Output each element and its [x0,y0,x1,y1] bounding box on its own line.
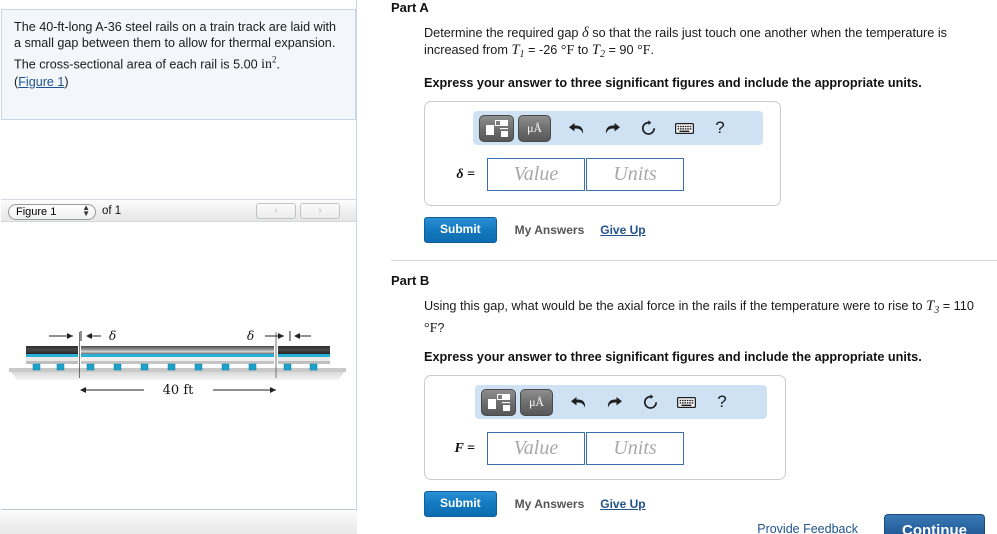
undo-icon[interactable] [561,114,591,142]
reset-glyph [643,394,657,409]
pa-delta-symbol: δ [581,25,589,41]
figure-select[interactable]: Figure 1 [8,203,96,220]
part-b-title: Part B [391,273,430,289]
gap-label-right: δ [247,329,254,343]
part-b-answer-card: μÅ ? F = Value Units [424,375,786,481]
provide-feedback-link[interactable]: Provide Feedback [757,522,858,534]
left-panel-footer [0,511,357,534]
figure-canvas: δ δ 40 ft [1,222,356,510]
continue-button[interactable]: Continue [884,514,985,534]
help-icon[interactable]: ? [705,114,735,142]
template-glyph [485,119,508,137]
problem-statement-part1: The 40-ft-long A-36 steel rails on a tra… [14,20,336,72]
part-b-value-input[interactable]: Value [487,432,585,466]
figure-blank-area [1,120,356,199]
pa-q-pre: Determine the required gap [424,26,582,40]
template-glyph [487,393,510,411]
paren-close: ) [64,74,69,89]
figure-count-label: of 1 [102,204,122,217]
units-label: μÅ [527,120,542,135]
part-a-submit-button[interactable]: Submit [424,217,497,244]
reset-icon[interactable] [635,388,665,416]
part-a-block: Determine the required gap δ so that the… [391,25,997,262]
pb-q-end: ? [437,320,445,335]
rail-diagram: δ δ 40 ft [9,329,346,398]
pb-t3-symbol: T [926,298,935,315]
part-a-units-input[interactable]: Units [586,158,684,192]
gap-label-left: δ [109,329,116,343]
problem-statement-end: . [276,57,281,72]
pb-q-pre: Using this gap, what would be the axial … [424,299,927,314]
figure-prev-button[interactable]: ‹ [256,202,296,219]
problem-statement-box: The 40-ft-long A-36 steel rails on a tra… [1,9,356,120]
undo-glyph [570,396,585,408]
keyboard-glyph [674,122,694,134]
part-a-give-up-link[interactable]: Give Up [600,223,645,237]
problem-page: The 40-ft-long A-36 steel rails on a tra… [0,0,997,534]
part-b-value-placeholder: Value [513,437,559,460]
part-a-value-input[interactable]: Value [487,158,585,192]
part-a-submit-row: Submit My Answers Give Up [424,217,997,244]
template-icon[interactable] [481,388,516,416]
units-label: μÅ [529,394,544,409]
length-label: 40 ft [163,383,194,398]
units-icon[interactable]: μÅ [520,388,553,416]
pb-degf-3: °F [424,320,438,336]
problem-statement-text: The 40-ft-long A-36 steel rails on a tra… [14,19,343,74]
pa-t2-value: = 90 [604,42,638,57]
part-a-my-answers-link[interactable]: My Answers [515,223,585,237]
figure-nav-group: ‹ › [256,202,349,219]
problem-unit: in2 [261,54,277,73]
redo-glyph [605,122,620,134]
part-a-instruction: Express your answer to three significant… [424,76,922,91]
part-a-answer-card: μÅ ? δ = Value Units [424,101,781,207]
pb-t3-value: = 110 [939,299,974,314]
right-panel: Part A Determine the required gap δ so t… [358,0,997,534]
part-a-entry-row: δ = Value Units [439,158,684,192]
keyboard-glyph [676,396,696,408]
pa-t1-value: = -26 [524,42,561,57]
part-b-answer-label: F = [454,440,475,456]
left-panel: The 40-ft-long A-36 steel rails on a tra… [0,0,357,534]
undo-glyph [568,122,583,134]
help-icon[interactable]: ? [707,388,737,416]
part-a-value-placeholder: Value [513,163,559,186]
pa-t2-symbol: T [591,41,600,58]
part-a-math-toolbar: μÅ ? [473,111,763,146]
part-a-answer-label: δ = [456,166,475,182]
part-b-math-toolbar: μÅ ? [475,385,767,420]
redo-icon[interactable] [597,114,627,142]
part-b-block: Using this gap, what would be the axial … [391,298,997,518]
pa-degf-1: °F [560,42,575,58]
bottom-action-bar: Provide Feedback Continue [358,508,997,534]
part-a-question: Determine the required gap δ so that the… [424,25,997,63]
keyboard-icon[interactable] [669,114,699,142]
pa-t1-symbol: T [511,41,520,58]
figure-toolbar: Figure 1 ▲ ▼ of 1 ‹ › [1,199,356,222]
part-divider [391,260,997,262]
part-b-units-input[interactable]: Units [586,432,684,466]
part-b-units-placeholder: Units [613,437,657,460]
figure-1-link[interactable]: Figure 1 [18,75,64,89]
redo-glyph [607,396,622,408]
keyboard-icon[interactable] [671,388,701,416]
part-b-entry-row: F = Value Units [439,432,684,466]
redo-icon[interactable] [599,388,629,416]
reset-glyph [641,119,655,135]
part-b-question: Using this gap, what would be the axial … [424,298,997,337]
pa-to-word: to [574,42,592,57]
part-a-title: Part A [391,0,429,15]
reset-icon[interactable] [633,114,663,142]
undo-icon[interactable] [563,388,593,416]
figure-link-row: (Figure 1) [14,75,343,89]
pa-degf-2: °F [637,42,651,58]
figure-select-wrapper[interactable]: Figure 1 ▲ ▼ [8,202,96,220]
units-icon[interactable]: μÅ [518,114,551,142]
figure-next-button[interactable]: › [300,202,340,219]
part-b-instruction: Express your answer to three significant… [424,350,922,365]
part-a-units-placeholder: Units [613,163,657,186]
template-icon[interactable] [479,114,514,142]
pa-q-end: . [650,42,654,57]
